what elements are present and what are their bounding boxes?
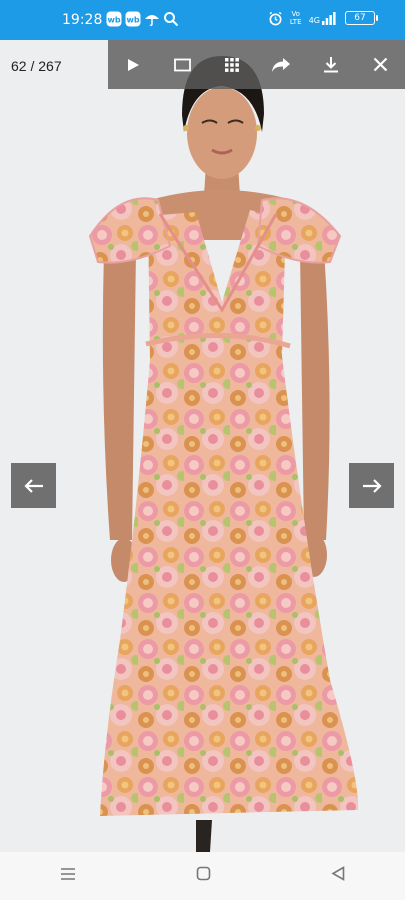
download-icon xyxy=(323,57,338,73)
viewer-toolbar xyxy=(108,40,405,89)
umbrella-icon xyxy=(145,15,159,27)
share-button[interactable] xyxy=(257,40,307,89)
clock: 19:28 xyxy=(62,12,103,28)
home-button[interactable] xyxy=(186,856,221,896)
network-label: 4G xyxy=(308,15,320,25)
wb-app-icon: wb xyxy=(106,11,122,27)
fullscreen-icon xyxy=(173,58,191,71)
status-bar: 19:28 wb wb Vo LTE 4G 67 xyxy=(0,0,405,40)
battery-icon: 67 xyxy=(345,11,378,25)
wb-app-icon: wb xyxy=(125,11,141,27)
next-image-button[interactable] xyxy=(349,463,394,508)
play-button[interactable] xyxy=(108,40,158,89)
fullscreen-button[interactable] xyxy=(158,40,208,89)
recent-apps-button[interactable] xyxy=(50,857,86,896)
grid-icon xyxy=(224,57,239,72)
product-photo xyxy=(0,40,405,852)
previous-image-button[interactable] xyxy=(11,463,56,508)
menu-icon xyxy=(61,867,75,880)
grid-button[interactable] xyxy=(207,40,257,89)
signal-4g-icon: 4G xyxy=(308,11,336,25)
arrow-right-icon xyxy=(362,478,382,493)
battery-level: 67 xyxy=(354,13,366,23)
close-icon xyxy=(373,57,388,72)
home-icon xyxy=(196,866,211,881)
arrow-left-icon xyxy=(23,478,43,493)
share-icon xyxy=(272,57,291,72)
back-button[interactable] xyxy=(321,856,355,896)
image-viewer: 62 / 267 xyxy=(0,40,405,852)
search-icon xyxy=(164,12,179,27)
back-icon xyxy=(331,866,345,881)
close-button[interactable] xyxy=(356,40,405,89)
download-button[interactable] xyxy=(306,40,356,89)
svg-text:wb: wb xyxy=(126,16,139,25)
alarm-icon xyxy=(269,11,282,25)
svg-text:wb: wb xyxy=(107,16,120,25)
system-nav-bar xyxy=(0,852,405,900)
image-counter: 62 / 267 xyxy=(11,58,62,74)
volte-label: Vo LTE xyxy=(289,10,302,26)
play-icon xyxy=(127,58,139,71)
